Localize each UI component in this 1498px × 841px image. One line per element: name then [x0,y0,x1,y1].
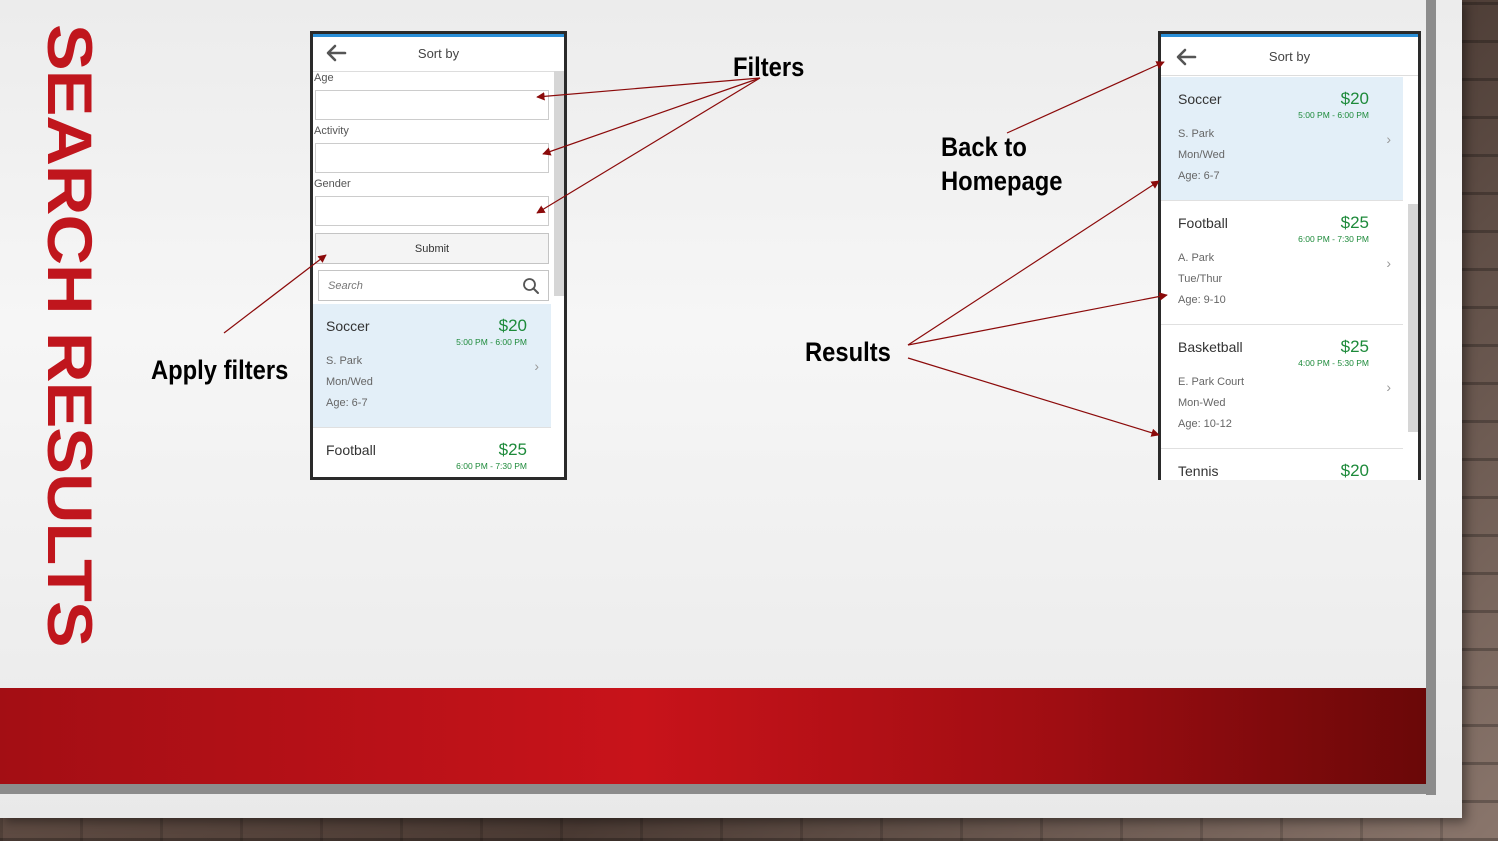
chevron-right-icon: › [534,358,539,374]
activity-price: $25 [1340,337,1369,356]
activity-time: 6:00 PM - 7:30 PM [1298,234,1369,244]
activity-location: E. Park Court [1178,376,1245,388]
activity-name: Soccer [326,318,370,334]
activity-price: $20 [1340,461,1369,480]
activity-name: Basketball [1178,339,1243,355]
activity-age: Age: 6-7 [326,397,368,409]
header-title: Sort by [417,46,460,61]
activity-time: 4:00 PM - 5:30 PM [1298,358,1369,368]
filters-screen: Sort by Age Activity Gender Submit Searc… [310,31,567,480]
chevron-right-icon: › [1386,131,1391,147]
chevron-right-icon: › [1386,255,1391,271]
activity-name: Football [326,442,376,458]
activity-field[interactable] [315,143,549,173]
footer-band [0,688,1426,784]
screen-header: Sort by [1161,39,1418,76]
activity-name: Football [1178,215,1228,231]
activity-location: A. Park [1178,252,1215,264]
age-field[interactable] [315,90,549,120]
activity-age: Age: 10-12 [1178,418,1232,430]
search-placeholder: Search [328,280,363,292]
activity-price: $20 [498,316,527,335]
age-label: Age [314,72,334,84]
activity-days: Mon-Wed [1178,397,1226,409]
activity-age: Age: 6-7 [1178,170,1220,182]
activity-name: Soccer [1178,91,1222,107]
result-item[interactable]: Tennis $20 [1161,449,1403,480]
result-item[interactable]: Soccer $20 5:00 PM - 6:00 PM S. Park Mon… [1161,77,1403,201]
search-icon[interactable] [522,277,540,295]
filters-annotation: Filters [733,52,805,82]
activity-location: S. Park [1178,128,1215,140]
activity-price: $25 [1340,213,1369,232]
screen-header: Sort by [313,37,564,72]
scrollbar[interactable] [1408,204,1418,432]
activity-location: S. Park [326,355,363,367]
activity-time: 5:00 PM - 6:00 PM [456,337,527,347]
activity-price: $25 [498,440,527,459]
result-item[interactable]: Basketball $25 4:00 PM - 5:30 PM E. Park… [1161,325,1403,449]
activity-age: Age: 9-10 [1178,294,1226,306]
slide-title: SEARCH RESULTS [34,24,105,647]
activity-label: Activity [314,125,349,137]
result-item[interactable]: Football $25 6:00 PM - 7:30 PM A. Park T… [1161,201,1403,325]
slide-frame-edge [1426,0,1436,795]
slide-frame-bottom [0,784,1436,794]
search-input[interactable]: Search [318,270,549,301]
results-annotation: Results [805,337,891,367]
activity-days: Mon/Wed [326,376,373,388]
activity-price: $20 [1340,89,1369,108]
submit-button[interactable]: Submit [315,233,549,264]
activity-days: Tue/Thur [1178,273,1223,285]
gender-label: Gender [314,178,351,190]
activity-time: 6:00 PM - 7:30 PM [456,461,527,471]
chevron-right-icon: › [1386,379,1391,395]
scrollbar[interactable] [554,71,564,296]
apply-filters-annotation: Apply filters [151,355,289,385]
result-item[interactable]: Soccer $20 5:00 PM - 6:00 PM S. Park Mon… [313,304,551,428]
activity-days: Mon/Wed [1178,149,1225,161]
gender-field[interactable] [315,196,549,226]
activity-name: Tennis [1178,463,1219,479]
header-accent-bar [1161,34,1418,37]
results-screen: Sort by Soccer $20 5:00 PM - 6:00 PM S. … [1158,31,1421,480]
activity-time: 5:00 PM - 6:00 PM [1298,110,1369,120]
header-title: Sort by [1268,49,1311,64]
back-home-annotation: Back to Homepage [941,132,1063,196]
result-item[interactable]: Football $25 6:00 PM - 7:30 PM [313,428,551,477]
